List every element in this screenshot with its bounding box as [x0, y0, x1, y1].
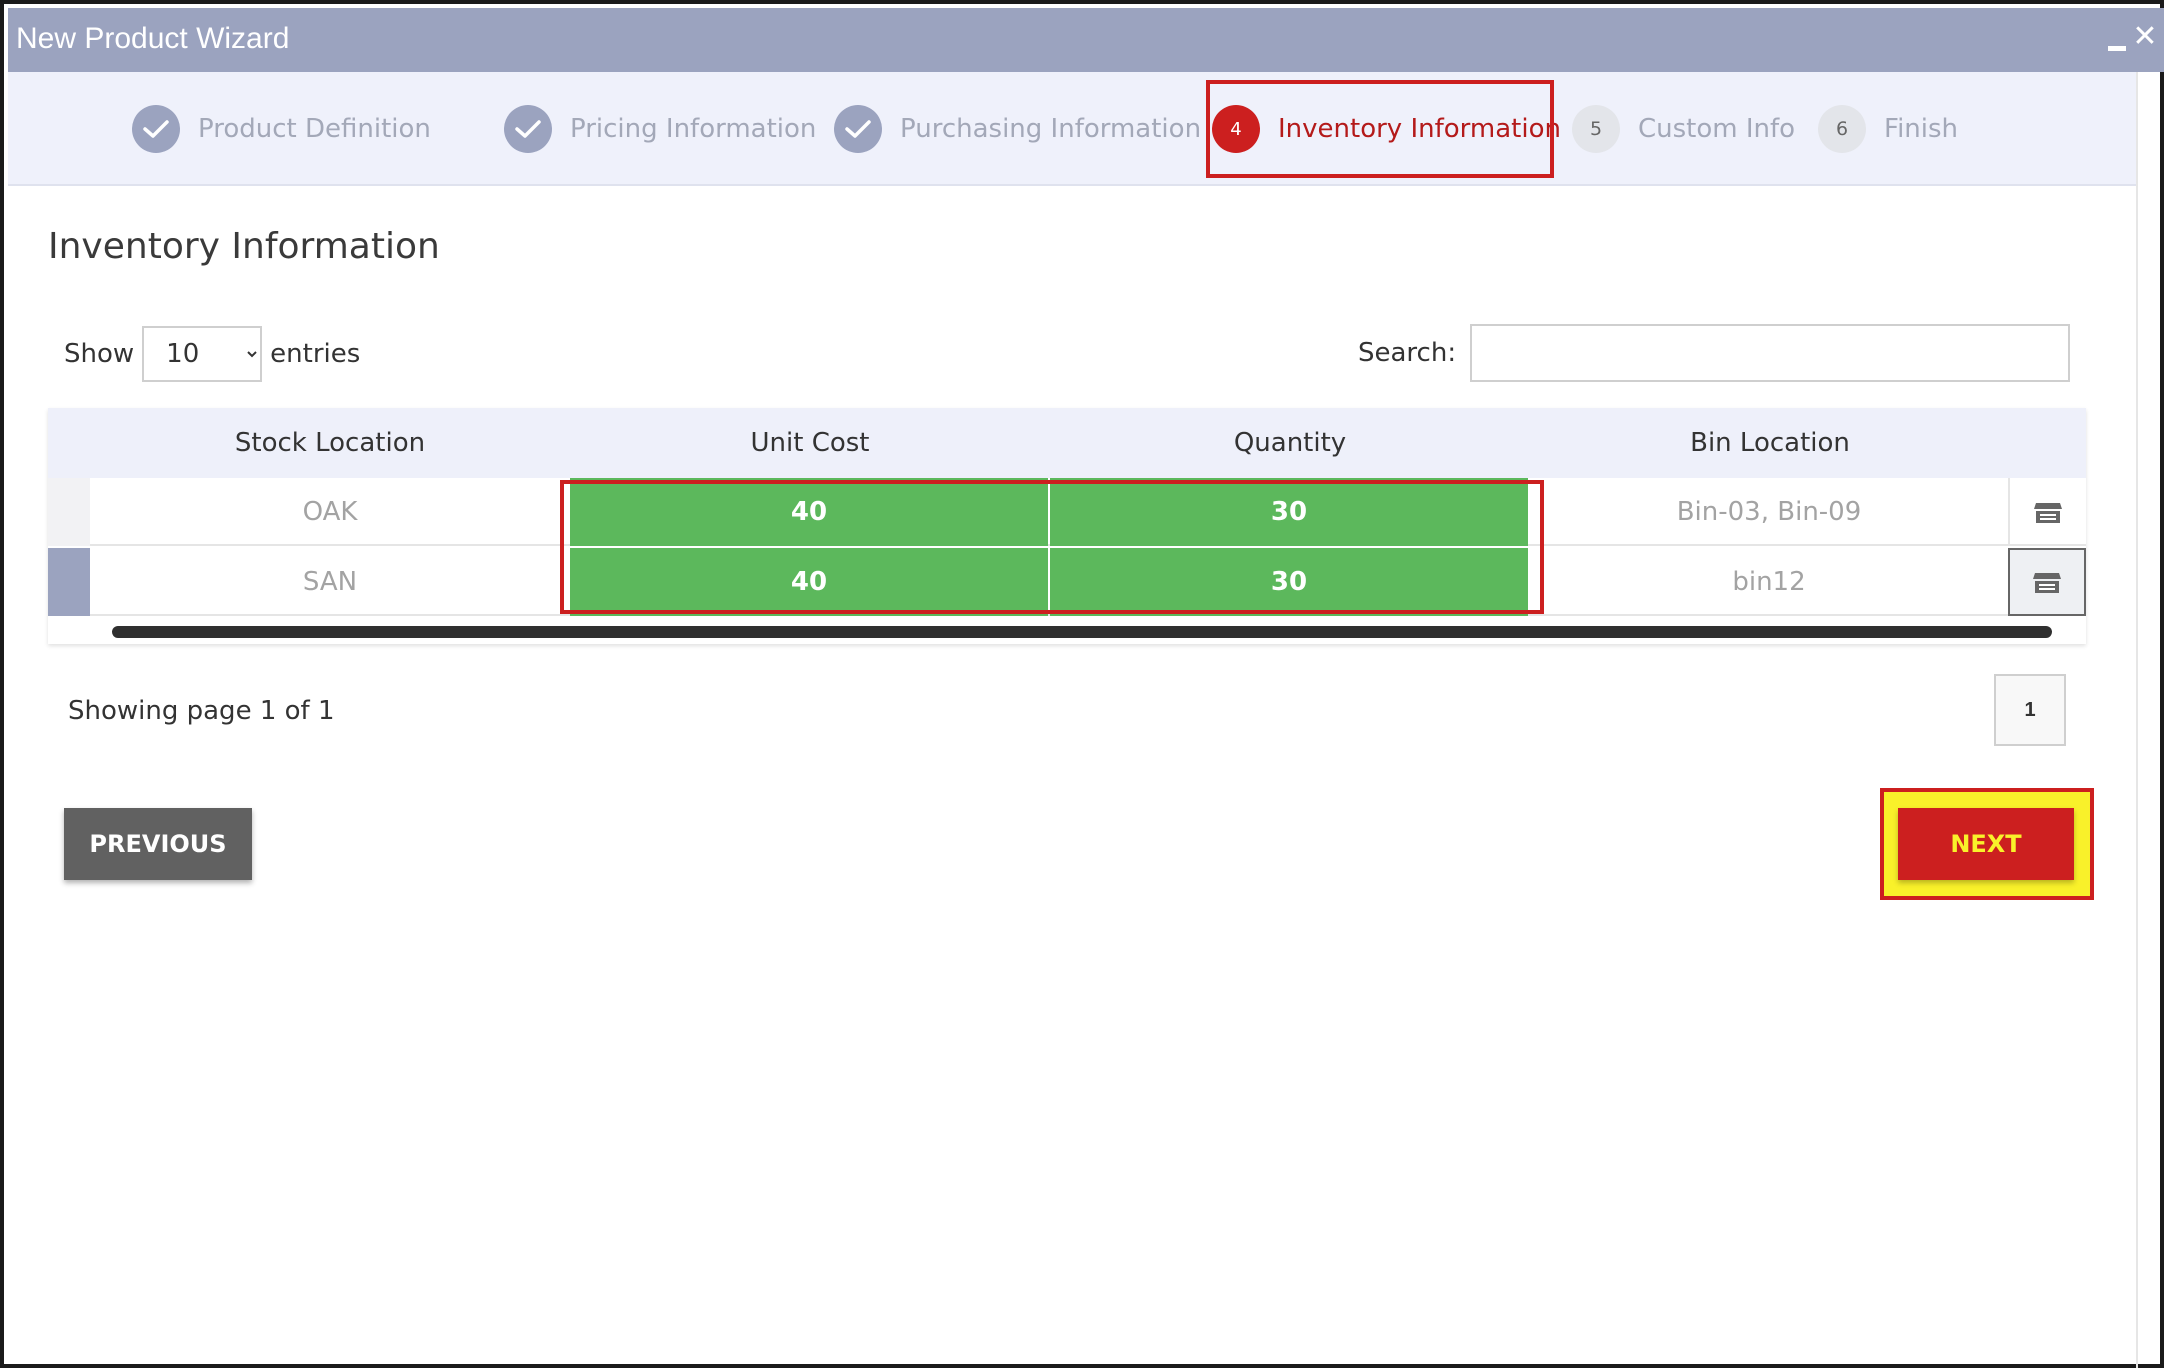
- step-label: Product Definition: [198, 114, 431, 144]
- page-size-select[interactable]: 10: [142, 326, 263, 382]
- wizard-window: New Product Wizard ✕ Product Definition …: [0, 0, 2164, 1368]
- column-header-stock-location[interactable]: Stock Location: [90, 428, 570, 458]
- bin-location-cell: bin12: [1732, 567, 1806, 597]
- edited-cells-highlight: [560, 480, 1544, 614]
- step-label: Pricing Information: [570, 114, 817, 144]
- step-label: Finish: [1884, 114, 1959, 144]
- minimize-icon[interactable]: [2108, 46, 2126, 51]
- check-icon: [132, 105, 180, 153]
- table-header: Stock Location Unit Cost Quantity Bin Lo…: [48, 408, 2086, 478]
- step-custom-info[interactable]: 5 Custom Info: [1572, 104, 1795, 154]
- close-icon[interactable]: ✕: [2130, 22, 2160, 52]
- bin-location-cell: Bin-03, Bin-09: [1676, 497, 1862, 527]
- step-number: 6: [1818, 105, 1866, 153]
- previous-button[interactable]: PREVIOUS: [64, 808, 252, 880]
- step-purchasing-information[interactable]: Purchasing Information: [834, 104, 1201, 154]
- stock-location-cell: OAK: [302, 497, 358, 527]
- pagination-status: Showing page 1 of 1: [68, 696, 335, 726]
- step-label: Purchasing Information: [900, 114, 1202, 144]
- check-icon: [834, 105, 882, 153]
- next-button[interactable]: NEXT: [1898, 808, 2074, 880]
- content-border: [2136, 72, 2138, 1368]
- show-label: Show: [64, 339, 135, 369]
- step-label: Custom Info: [1638, 114, 1796, 144]
- row-selector[interactable]: [48, 478, 90, 546]
- entries-label: entries: [270, 339, 361, 369]
- column-header-quantity[interactable]: Quantity: [1050, 428, 1530, 458]
- step-number: 5: [1572, 105, 1620, 153]
- window-title: New Product Wizard: [16, 22, 290, 55]
- page-title: Inventory Information: [48, 226, 440, 267]
- column-header-bin-location[interactable]: Bin Location: [1530, 428, 2010, 458]
- row-selector[interactable]: [48, 548, 90, 616]
- step-pricing-information[interactable]: Pricing Information: [504, 104, 816, 154]
- warehouse-icon[interactable]: [2008, 548, 2086, 616]
- search-label: Search:: [1358, 338, 1457, 368]
- step-finish[interactable]: 6 Finish: [1818, 104, 1958, 154]
- page-button[interactable]: 1: [1994, 674, 2066, 746]
- step-product-definition[interactable]: Product Definition: [132, 104, 431, 154]
- current-step-highlight: [1206, 80, 1554, 178]
- warehouse-icon[interactable]: [2008, 478, 2086, 546]
- title-bar: New Product Wizard ✕: [8, 8, 2164, 72]
- wizard-steps: Product Definition Pricing Information P…: [8, 72, 2136, 186]
- check-icon: [504, 105, 552, 153]
- stock-location-cell: SAN: [302, 567, 358, 597]
- search-input[interactable]: [1470, 324, 2070, 382]
- horizontal-scrollbar[interactable]: [112, 626, 2052, 638]
- page-size-control: Show 10 entries: [64, 326, 360, 382]
- column-header-unit-cost[interactable]: Unit Cost: [570, 428, 1050, 458]
